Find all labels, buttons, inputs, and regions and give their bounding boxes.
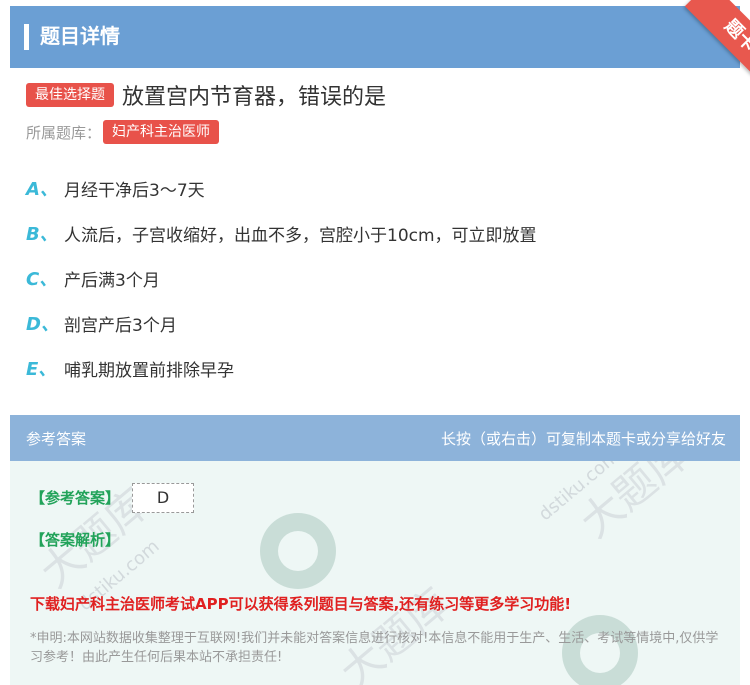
answer-panel-title: 参考答案 — [26, 430, 87, 448]
page-header: 题目详情 — [10, 6, 740, 68]
answer-panel[interactable]: 大题库 大题库 大题库 dstiku.com dstiku.com 参考答案 长… — [10, 415, 740, 685]
disclaimer-text: *申明:本网站数据收集整理于互联网!我们并未能对答案信息进行核对!本信息不能用于… — [30, 631, 719, 665]
option-e[interactable]: E、 哺乳期放置前排除早孕 — [26, 355, 234, 381]
option-letter: A、 — [26, 179, 58, 200]
option-letter: E、 — [26, 359, 57, 380]
option-text: 人流后，子宫收缩好，出血不多，宫腔小于10cm，可立即放置 — [64, 225, 537, 246]
question-line: 最佳选择题 放置宫内节育器，错误的是 — [26, 80, 386, 110]
app-promo-link[interactable]: 下载妇产科主治医师考试APP可以获得系列题目与答案,还有练习等更多学习功能! — [30, 593, 571, 614]
watermark-logo-icon — [260, 513, 336, 589]
option-c[interactable]: C、 产后满3个月 — [26, 265, 160, 291]
option-letter: B、 — [26, 224, 58, 245]
question-text: 放置宫内节育器，错误的是 — [122, 85, 387, 110]
page-title: 题目详情 — [40, 24, 120, 48]
corner-badge: 题卡 — [640, 0, 750, 90]
option-text: 哺乳期放置前排除早孕 — [64, 360, 234, 381]
answer-panel-header: 参考答案 长按（或右击）可复制本题卡或分享给好友 — [10, 415, 740, 461]
option-text: 月经干净后3～7天 — [64, 180, 205, 201]
option-text: 产后满3个月 — [64, 270, 160, 291]
bank-name-badge[interactable]: 妇产科主治医师 — [103, 120, 220, 144]
question-type-badge: 最佳选择题 — [26, 83, 114, 107]
answer-value: D — [132, 483, 194, 513]
share-hint: 长按（或右击）可复制本题卡或分享给好友 — [440, 430, 726, 448]
corner-badge-label: 题卡 — [684, 0, 750, 90]
question-bank-line: 所属题库： 妇产科主治医师 — [26, 120, 220, 144]
option-letter: C、 — [26, 269, 58, 290]
bank-label: 所属题库： — [26, 123, 102, 142]
option-a[interactable]: A、 月经干净后3～7天 — [26, 175, 205, 201]
header-accent-bar — [24, 24, 29, 50]
option-letter: D、 — [26, 314, 59, 335]
option-b[interactable]: B、 人流后，子宫收缩好，出血不多，宫腔小于10cm，可立即放置 — [26, 220, 537, 246]
option-text: 剖宫产后3个月 — [64, 315, 177, 336]
answer-label: 【参考答案】 — [30, 489, 121, 507]
option-d[interactable]: D、 剖宫产后3个月 — [26, 310, 177, 336]
explanation-label: 【答案解析】 — [30, 531, 121, 549]
